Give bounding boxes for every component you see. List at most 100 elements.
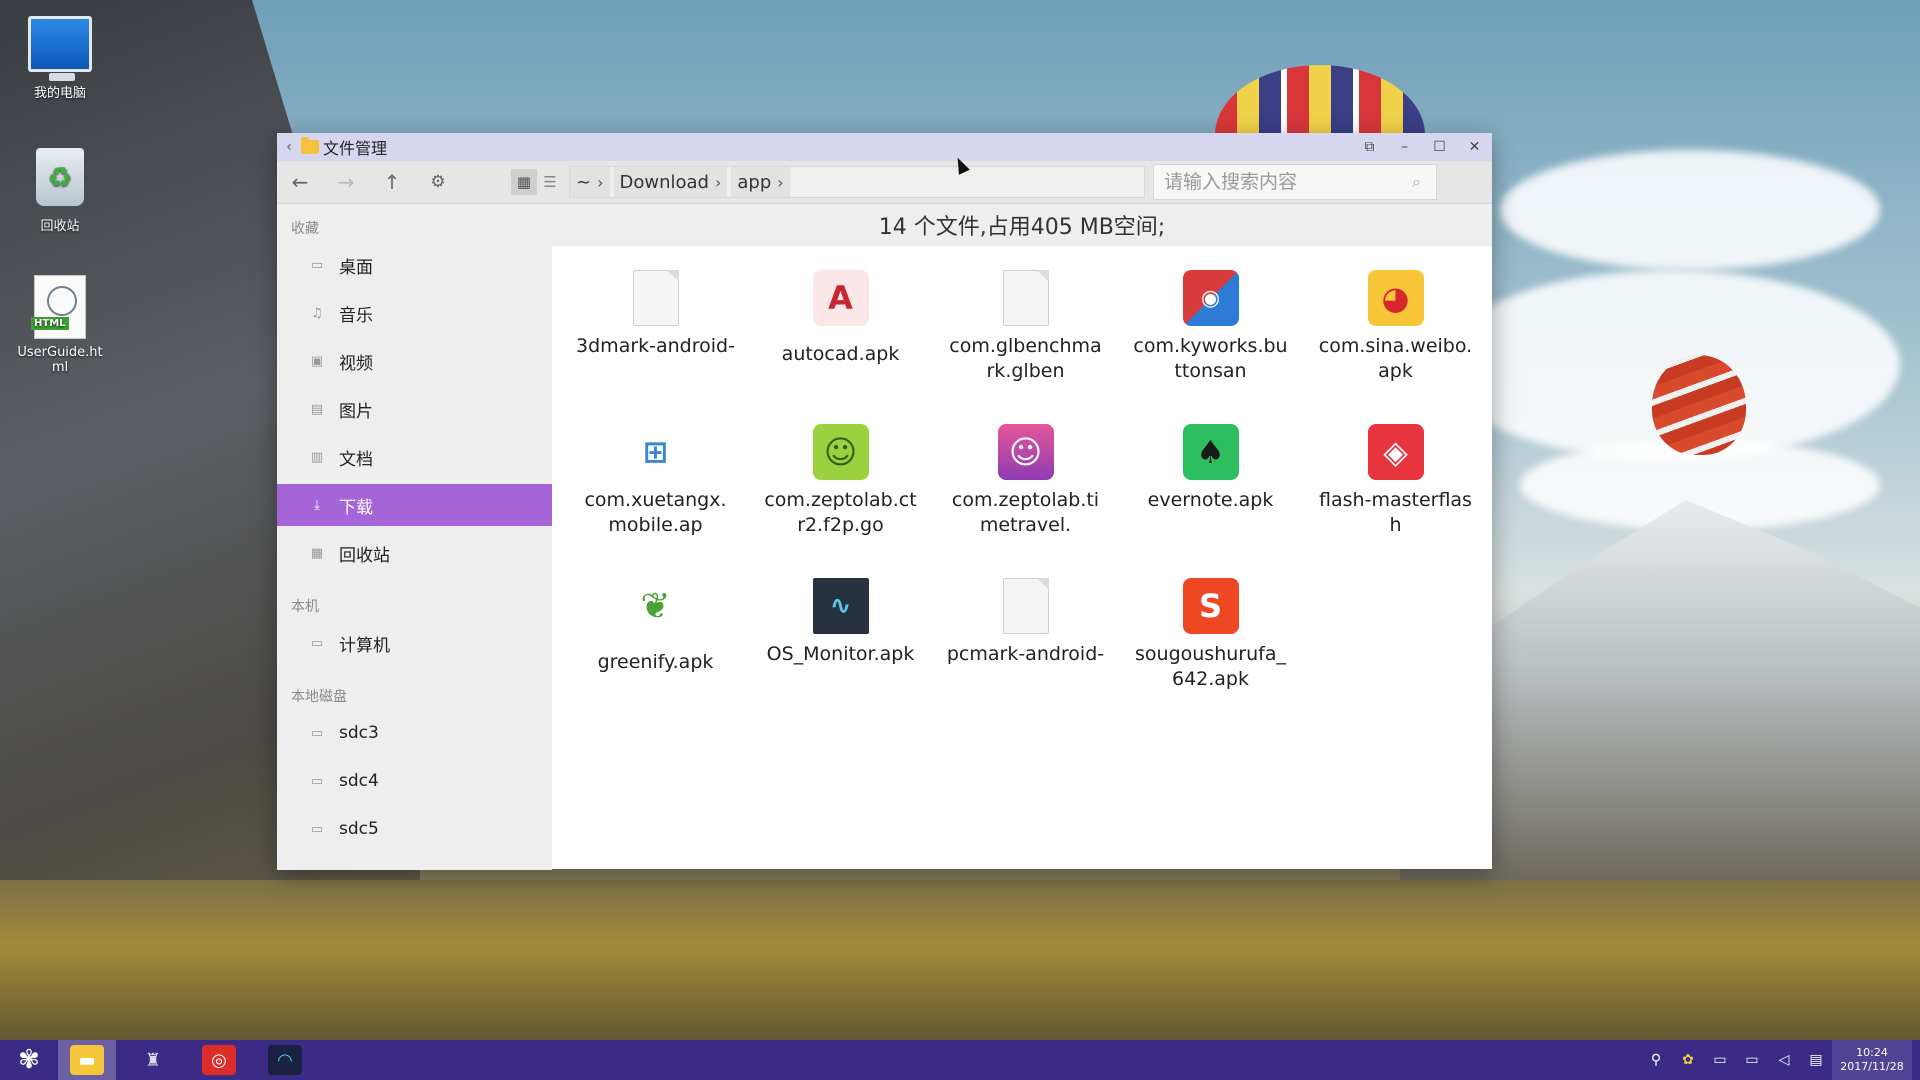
sidebar-item-computer[interactable]: ▭ 计算机 bbox=[277, 622, 552, 664]
file-item[interactable]: S sougoushurufa_642.apk bbox=[1118, 578, 1303, 732]
netease-music-icon: ◎ bbox=[202, 1045, 236, 1075]
sidebar-item-music[interactable]: ♫ 音乐 bbox=[277, 292, 552, 334]
breadcrumb-download[interactable]: Download › bbox=[613, 167, 728, 197]
autocad-icon: A bbox=[812, 270, 869, 326]
start-button[interactable]: ✾ bbox=[0, 1040, 58, 1080]
cut-the-rope-timetravel-icon: ☺ bbox=[997, 424, 1054, 480]
desktop-icon-label: 回收站 bbox=[40, 219, 80, 234]
music-icon: ♫ bbox=[311, 305, 323, 321]
back-button[interactable]: ← bbox=[277, 161, 323, 203]
file-item[interactable]: ⊞ com.xuetangx.mobile.ap bbox=[563, 424, 748, 578]
window-title: 文件管理 bbox=[323, 139, 388, 158]
breadcrumb-home[interactable]: ~ › bbox=[570, 167, 610, 197]
search-icon[interactable]: ⌕ bbox=[1412, 172, 1421, 192]
folder-summary: 14 个文件,占用405 MB空间; bbox=[552, 204, 1492, 246]
network-icon[interactable]: ⚲ bbox=[1640, 1052, 1672, 1068]
drive-icon: ▭ bbox=[310, 773, 324, 789]
grid-icon: ▦ bbox=[516, 173, 532, 191]
file-item[interactable]: ❦ greenify.apk bbox=[563, 578, 748, 732]
toolbar: ← → ↑ ⚙ ▦ ☰ ~› Download› app› ⌕ bbox=[277, 161, 1492, 204]
sidebar-item-sdc4[interactable]: ▭ sdc4 bbox=[277, 760, 552, 802]
window-titlebar[interactable]: ‹ 文件管理 ⧉ – ☐ ✕ bbox=[277, 133, 1492, 161]
search-input[interactable] bbox=[1154, 170, 1412, 194]
start-icon: ✾ bbox=[18, 1045, 40, 1075]
file-manager-window: ‹ 文件管理 ⧉ – ☐ ✕ ← → ↑ ⚙ ▦ ☰ ~ › Download › … bbox=[277, 133, 1492, 870]
blank-document-icon bbox=[1002, 578, 1049, 634]
arrow-left-icon: ← bbox=[291, 170, 309, 194]
breadcrumb-app[interactable]: app › bbox=[731, 167, 790, 197]
eagle-icon: ♜ bbox=[144, 1049, 162, 1071]
minimize-button[interactable]: – bbox=[1387, 133, 1422, 161]
notification-icon[interactable]: ▤ bbox=[1800, 1052, 1832, 1068]
clock[interactable]: 10:24 2017/11/28 bbox=[1832, 1040, 1912, 1080]
arrow-right-icon: → bbox=[337, 170, 355, 194]
settings-button[interactable]: ⚙ bbox=[415, 161, 461, 203]
picture-icon: ▤ bbox=[310, 401, 324, 417]
chevron-right-icon: › bbox=[714, 172, 722, 192]
file-item[interactable]: ◕ com.sina.weibo.apk bbox=[1303, 270, 1488, 424]
taskbar-app-eagle[interactable]: ♜ bbox=[124, 1040, 182, 1080]
minimize-icon: – bbox=[1401, 139, 1408, 155]
desktop-icon-label: UserGuide.html bbox=[17, 345, 103, 375]
taskbar-app-netease-music[interactable]: ◎ bbox=[190, 1040, 248, 1080]
trash-icon: ▦ bbox=[310, 545, 324, 561]
file-item[interactable]: ◉ com.kyworks.buttonsan bbox=[1118, 270, 1303, 424]
document-icon: ▥ bbox=[310, 449, 324, 465]
file-item[interactable]: ♠ evernote.apk bbox=[1118, 424, 1303, 578]
sidebar-item-videos[interactable]: ▣ 视频 bbox=[277, 340, 552, 382]
wallpaper-ground bbox=[0, 880, 1920, 1050]
file-item[interactable]: ☺ com.zeptolab.ctr2.f2p.go bbox=[748, 424, 933, 578]
xuetangx-icon: ⊞ bbox=[627, 424, 684, 480]
sidebar-item-sdc5[interactable]: ▭ sdc5 bbox=[277, 808, 552, 850]
speedtest-icon: ◠ bbox=[268, 1045, 302, 1075]
clock-date: 2017/11/28 bbox=[1840, 1060, 1904, 1073]
file-item[interactable]: pcmark-android- bbox=[933, 578, 1118, 732]
gear-icon: ⚙ bbox=[430, 172, 446, 192]
grid-view-button[interactable]: ▦ bbox=[511, 169, 537, 195]
app-tray-icon[interactable]: ✿ bbox=[1672, 1052, 1704, 1068]
file-area: 14 个文件,占用405 MB空间; 3dmark-android- A aut… bbox=[552, 204, 1492, 870]
up-button[interactable]: ↑ bbox=[369, 161, 415, 203]
computer-icon bbox=[28, 16, 92, 81]
taskbar-app-speedtest[interactable]: ◠ bbox=[256, 1040, 314, 1080]
sidebar-item-pictures[interactable]: ▤ 图片 bbox=[277, 388, 552, 430]
file-item[interactable]: com.glbenchmark.glben bbox=[933, 270, 1118, 424]
desktop-icon-userguide[interactable]: HTML UserGuide.html bbox=[14, 275, 106, 375]
desktop-icon: ▭ bbox=[310, 257, 324, 273]
blank-document-icon bbox=[632, 270, 679, 326]
maximize-button[interactable]: ☐ bbox=[1422, 133, 1457, 161]
close-button[interactable]: ✕ bbox=[1457, 133, 1492, 161]
weibo-icon: ◕ bbox=[1367, 270, 1424, 326]
wallpaper-cloud bbox=[1500, 150, 1880, 270]
sidebar-item-documents[interactable]: ▥ 文档 bbox=[277, 436, 552, 478]
display-icon[interactable]: ▭ bbox=[1736, 1052, 1768, 1068]
battery-icon[interactable]: ▭ bbox=[1704, 1052, 1736, 1068]
chevron-right-icon: › bbox=[777, 172, 784, 192]
chevron-left-icon[interactable]: ‹ bbox=[277, 139, 301, 155]
file-item[interactable]: ◈ flash-masterflash bbox=[1303, 424, 1488, 578]
list-icon: ☰ bbox=[543, 173, 557, 191]
desktop-icon-recycle-bin[interactable]: ♻ 回收站 bbox=[14, 145, 106, 234]
sidebar-item-downloads[interactable]: ⤓ 下载 bbox=[277, 484, 552, 526]
restore-button[interactable]: ⧉ bbox=[1352, 133, 1387, 161]
taskbar-app-file-manager[interactable]: ▬ bbox=[58, 1040, 116, 1080]
sidebar-item-desktop[interactable]: ▭ 桌面 bbox=[277, 244, 552, 286]
file-item[interactable]: ☺ com.zeptolab.timetravel. bbox=[933, 424, 1118, 578]
flash-icon: ◈ bbox=[1367, 424, 1424, 480]
sidebar-item-trash[interactable]: ▦ 回收站 bbox=[277, 532, 552, 574]
sidebar-item-sdc3[interactable]: ▭ sdc3 bbox=[277, 712, 552, 754]
desktop-icon-my-computer[interactable]: 我的电脑 bbox=[14, 12, 106, 101]
drive-icon: ▭ bbox=[310, 821, 324, 837]
file-item[interactable]: A autocad.apk bbox=[748, 270, 933, 424]
file-item[interactable]: ∿ OS_Monitor.apk bbox=[748, 578, 933, 732]
taskbar: ✾ ▬ ♜ ◎ ◠ ⚲ ✿ ▭ ▭ ◁ ▤ 10:24 2017/11/28 bbox=[0, 1040, 1920, 1080]
volume-icon[interactable]: ◁ bbox=[1768, 1052, 1800, 1068]
folder-icon bbox=[301, 137, 319, 154]
arrow-up-icon: ↑ bbox=[383, 170, 401, 194]
file-item[interactable]: 3dmark-android- bbox=[563, 270, 748, 424]
sidebar-section-local-disks: 本地磁盘 bbox=[291, 689, 347, 705]
breadcrumb: ~ › Download › app › bbox=[569, 166, 1145, 198]
list-view-button[interactable]: ☰ bbox=[537, 169, 563, 195]
file-manager-icon: ▬ bbox=[70, 1045, 104, 1075]
forward-button[interactable]: → bbox=[323, 161, 369, 203]
